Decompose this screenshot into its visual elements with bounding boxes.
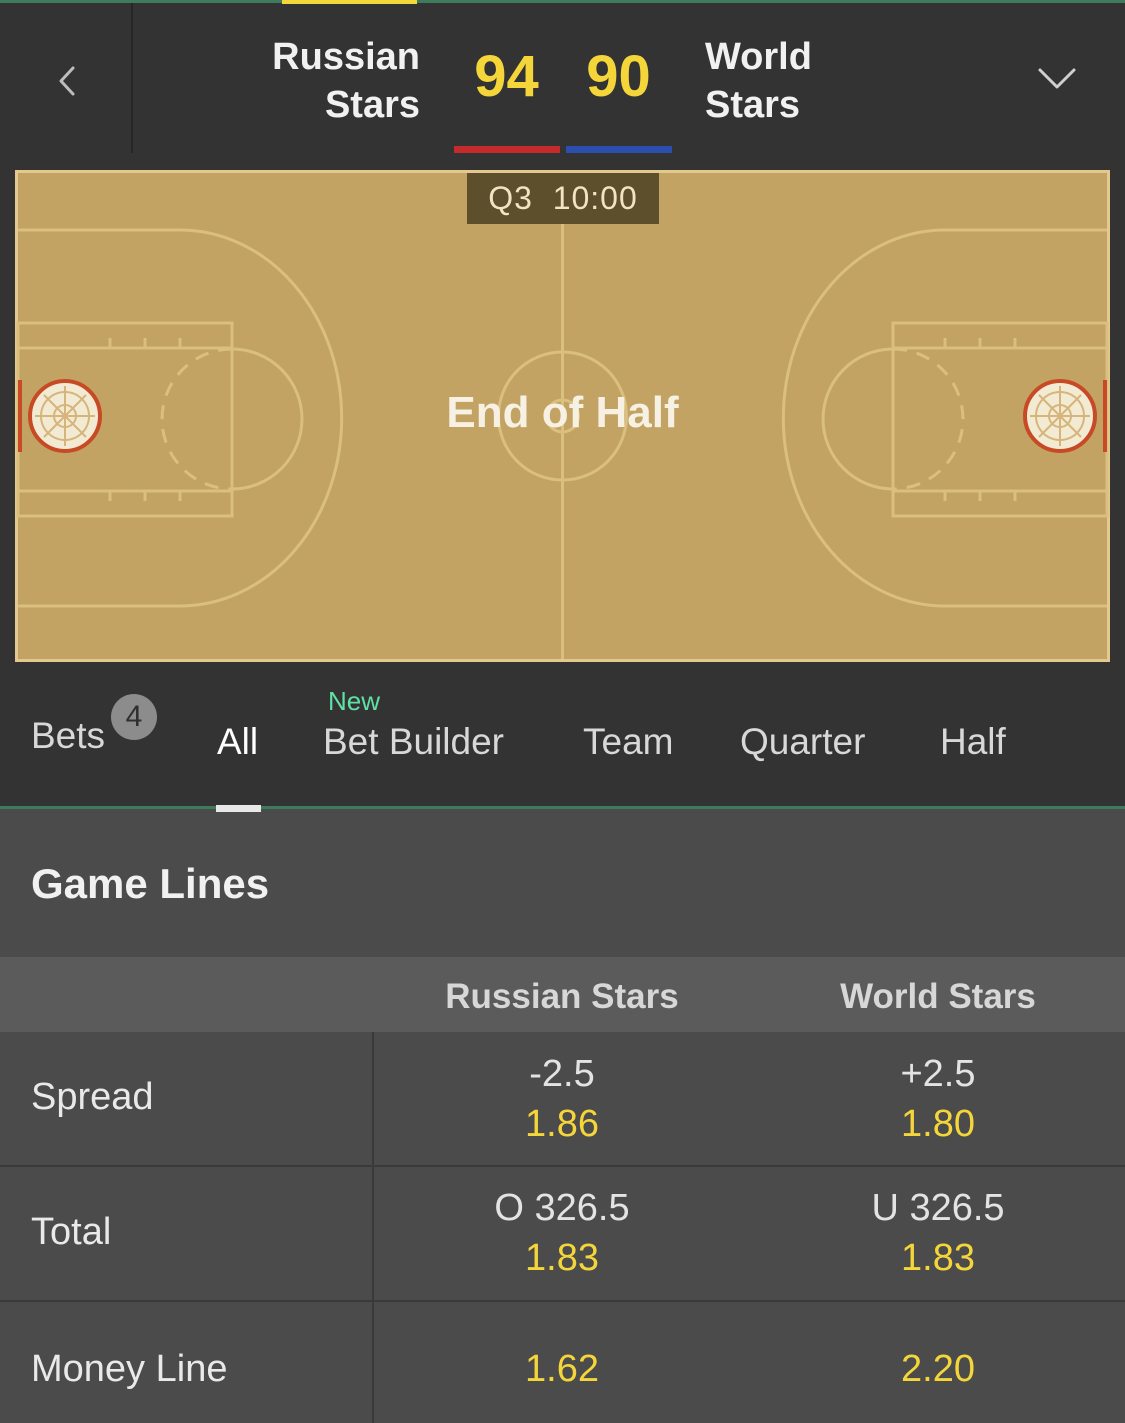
selection-odds: 1.83 [525, 1237, 599, 1279]
tabs-divider [0, 806, 1125, 809]
game-time: 10:00 [552, 180, 638, 216]
tab-bets[interactable]: Bets [31, 715, 105, 757]
selection-line: O 326.5 [494, 1187, 630, 1229]
active-tab-indicator [216, 805, 261, 812]
selection-home-total[interactable]: O 326.5 1.83 [374, 1183, 750, 1283]
column-header-away: World Stars [840, 977, 1036, 1016]
column-header-home: Russian Stars [445, 977, 679, 1016]
market-name: Spread [31, 1076, 154, 1118]
tab-quarter[interactable]: Quarter [740, 721, 865, 763]
market-row-spread: Spread -2.5 1.86 +2.5 1.80 [0, 1032, 1125, 1167]
tab-half[interactable]: Half [940, 721, 1006, 763]
selection-odds: 1.86 [525, 1103, 599, 1145]
selection-odds: 1.62 [525, 1348, 599, 1390]
market-name: Money Line [31, 1348, 228, 1390]
home-score: 94 [474, 44, 539, 109]
selection-away-spread[interactable]: +2.5 1.80 [750, 1049, 1125, 1149]
selection-home-spread[interactable]: -2.5 1.86 [374, 1049, 750, 1149]
back-button[interactable] [0, 3, 133, 153]
selection-line: U 326.5 [871, 1187, 1005, 1229]
market-row-money-line: Money Line 1.62 2.20 [0, 1302, 1125, 1423]
tab-bet-builder[interactable]: Bet Builder [323, 721, 504, 763]
market-tabs: Bets All Bet Builder Team Quarter Half [0, 673, 1125, 808]
selection-odds: 1.80 [901, 1103, 975, 1145]
selection-line: +2.5 [900, 1053, 976, 1095]
selection-away-total[interactable]: U 326.5 1.83 [750, 1183, 1125, 1283]
home-team-name: Russian Stars [272, 33, 420, 129]
selection-home-money-line[interactable]: 1.62 [374, 1344, 750, 1394]
new-feature-label: New [328, 686, 381, 716]
bets-count-badge: 4 [111, 694, 157, 740]
selection-odds: 2.20 [901, 1348, 975, 1390]
column-header-row: Russian Stars World Stars [0, 957, 1125, 1032]
court-status-text: End of Half [446, 388, 679, 437]
away-score: 90 [586, 44, 651, 109]
home-team-line1: Russian [272, 36, 420, 78]
home-team-line2: Stars [324, 84, 420, 126]
away-team-name: World Stars [705, 33, 812, 129]
tab-all[interactable]: All [217, 721, 258, 763]
selection-odds: 1.83 [901, 1237, 975, 1279]
selection-line: -2.5 [529, 1053, 595, 1095]
away-team-line2: Stars [705, 84, 801, 126]
scoreboard-header: Russian Stars 94 90 World Stars [0, 0, 1125, 156]
header-accent-bar [282, 0, 417, 4]
section-title: Game Lines [31, 860, 270, 907]
chevron-left-icon [59, 66, 75, 96]
game-clock: Q3 10:00 [467, 173, 659, 224]
chevron-down-icon[interactable] [1037, 65, 1077, 91]
tab-team[interactable]: Team [583, 721, 673, 763]
market-name: Total [31, 1211, 112, 1253]
away-team-line1: World [705, 36, 812, 78]
game-period: Q3 [488, 180, 533, 216]
market-row-total: Total O 326.5 1.83 U 326.5 1.83 [0, 1167, 1125, 1302]
selection-away-money-line[interactable]: 2.20 [750, 1344, 1125, 1394]
